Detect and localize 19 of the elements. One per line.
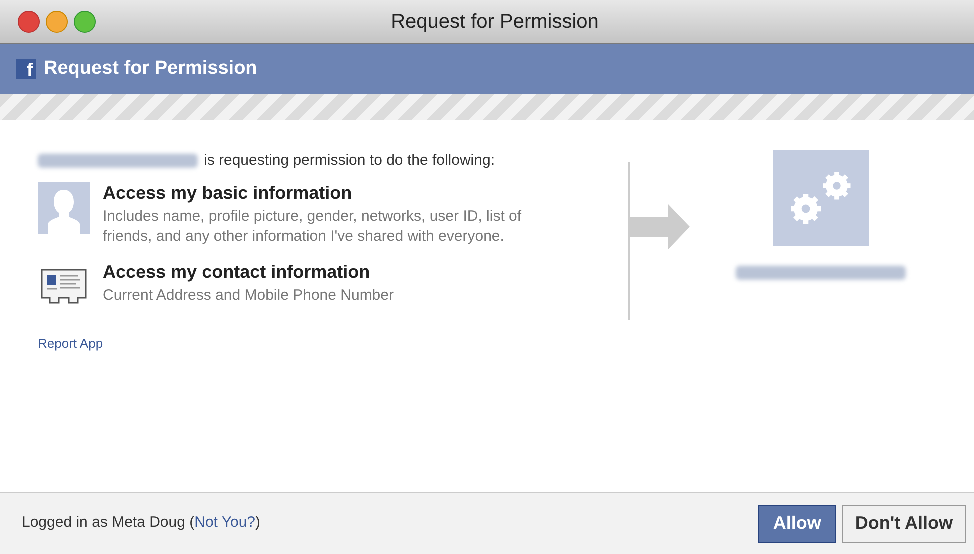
not-you-link[interactable]: Not You? — [194, 514, 256, 532]
contact-card-icon — [41, 269, 87, 305]
permission-description: Current Address and Mobile Phone Number — [103, 286, 395, 306]
logo-icon: f — [16, 59, 36, 79]
report-app-link[interactable]: Report App — [38, 334, 104, 354]
logged-in-text: Logged in as Meta Doug (Not You?) — [22, 513, 261, 534]
allow-button[interactable]: Allow — [758, 504, 836, 542]
permission-title: Access my basic information — [103, 182, 354, 205]
minimize-button[interactable] — [46, 10, 68, 32]
profile-silhouette-icon — [38, 182, 90, 234]
intro-text: is requesting permission to do the following: — [204, 150, 495, 171]
header-title: Request for Permission — [44, 56, 258, 81]
dont-allow-button[interactable]: Don't Allow — [842, 504, 966, 542]
close-button[interactable] — [18, 10, 40, 32]
zoom-button[interactable] — [74, 10, 96, 32]
permission-title: Access my contact information — [103, 261, 372, 284]
gears-icon — [773, 150, 869, 246]
window-title: Request for Permission — [391, 10, 599, 34]
permission-description: Includes name, profile picture, gender, networks, user ID, list of friends, and any other information I've shared with everyone. — [103, 207, 523, 247]
